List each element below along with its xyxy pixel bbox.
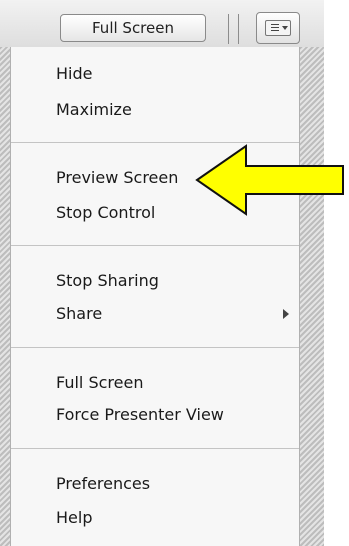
yellow-arrow-pointer — [195, 144, 344, 216]
callout-arrow — [195, 144, 344, 216]
